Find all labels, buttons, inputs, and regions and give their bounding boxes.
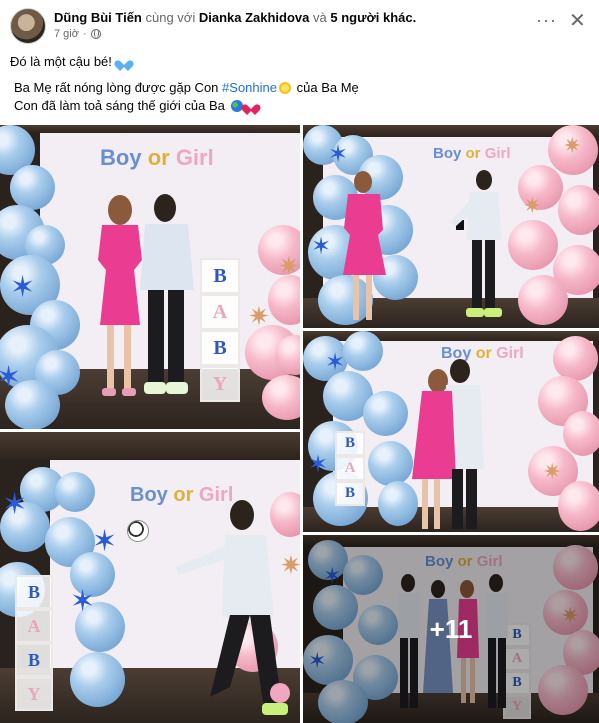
red-heart-icon: [245, 100, 257, 111]
with-text: cùng với: [145, 10, 196, 25]
backdrop-boy: Boy: [433, 145, 462, 162]
more-photos-count: +11: [429, 613, 473, 644]
soccer-ball: [127, 520, 149, 542]
backdrop-or: or: [465, 145, 481, 162]
hashtag-link[interactable]: #Sonhine: [222, 80, 277, 95]
man-kicking-figure: [176, 500, 290, 715]
globe-icon: [90, 29, 101, 39]
avatar[interactable]: [10, 8, 46, 44]
couple-figure: [343, 170, 502, 320]
more-photos-overlay[interactable]: +11: [303, 535, 599, 723]
tagged-person[interactable]: Dianka Zakhidova: [199, 10, 310, 25]
caption-text-1: Đó là một cậu bé!: [10, 54, 112, 69]
backdrop-boy: Boy: [130, 484, 168, 506]
caption-text-2b: của Ba Mẹ: [296, 80, 359, 95]
letter-box: A: [15, 609, 53, 643]
blue-heart-icon: [118, 56, 130, 67]
post-header: Dũng Bùi Tiến cùng với Dianka Zakhidova …: [0, 0, 599, 48]
photo-2[interactable]: Boy or Girl ✶ ✶ ✷ ✷: [303, 125, 599, 328]
more-icon[interactable]: ···: [536, 10, 557, 31]
letter-box: A: [335, 456, 365, 481]
letter-box: B: [15, 643, 53, 677]
backdrop-girl: Girl: [484, 145, 511, 162]
caption-line-3: Con đã làm toả sáng thế giới của Ba: [14, 97, 257, 115]
photo-4[interactable]: Boy or Girl ✶ ✶ ✶ ✷ B A B Y: [0, 432, 300, 723]
caption-text-3: Con đã làm toả sáng thế giới của Ba: [14, 98, 225, 113]
backdrop-boy: Boy: [100, 145, 142, 170]
couple-figure: [98, 194, 194, 396]
photo-3[interactable]: Boy or Girl ✶ ✶ ✷ B A B: [303, 331, 599, 532]
caption-line-2: Ba Mẹ rất nóng lòng được gặp Con #Sonhin…: [14, 79, 359, 97]
author-name[interactable]: Dũng Bùi Tiến: [54, 10, 142, 25]
couple-hugging-figure: [412, 359, 484, 529]
letter-box: B: [200, 258, 240, 294]
caption-line-1: Đó là một cậu bé!: [10, 53, 130, 71]
letter-box: B: [335, 481, 365, 506]
caption-text-2a: Ba Mẹ rất nóng lòng được gặp Con: [14, 80, 219, 95]
and-text: và: [313, 10, 327, 25]
letter-box: Y: [200, 366, 240, 402]
author-line: Dũng Bùi Tiến cùng với Dianka Zakhidova …: [54, 10, 416, 25]
backdrop-girl: Girl: [175, 145, 214, 170]
others-link[interactable]: 5 người khác.: [330, 10, 416, 25]
post-time[interactable]: 7 giờ: [54, 28, 79, 40]
backdrop-or: or: [147, 145, 170, 170]
photo-1[interactable]: Boy or Girl ✶ ✶ ✷ ✷ B A B Y: [0, 125, 300, 429]
sun-icon: [279, 82, 291, 94]
letter-box: A: [200, 294, 240, 330]
backdrop-text: Boy or Girl: [433, 145, 511, 162]
letter-box: B: [200, 330, 240, 366]
post-meta: 7 giờ ·: [54, 28, 101, 40]
letter-box: B: [15, 575, 53, 609]
backdrop-girl: Girl: [496, 345, 524, 362]
meta-dot: ·: [82, 28, 87, 40]
letter-box: Y: [15, 677, 53, 711]
backdrop-text: Boy or Girl: [100, 145, 214, 171]
letter-box: B: [335, 431, 365, 456]
close-icon[interactable]: ✕: [569, 8, 586, 33]
photo-5[interactable]: Boy or Girl ✶ ✶ ✷ B A B Y +11: [303, 535, 599, 723]
